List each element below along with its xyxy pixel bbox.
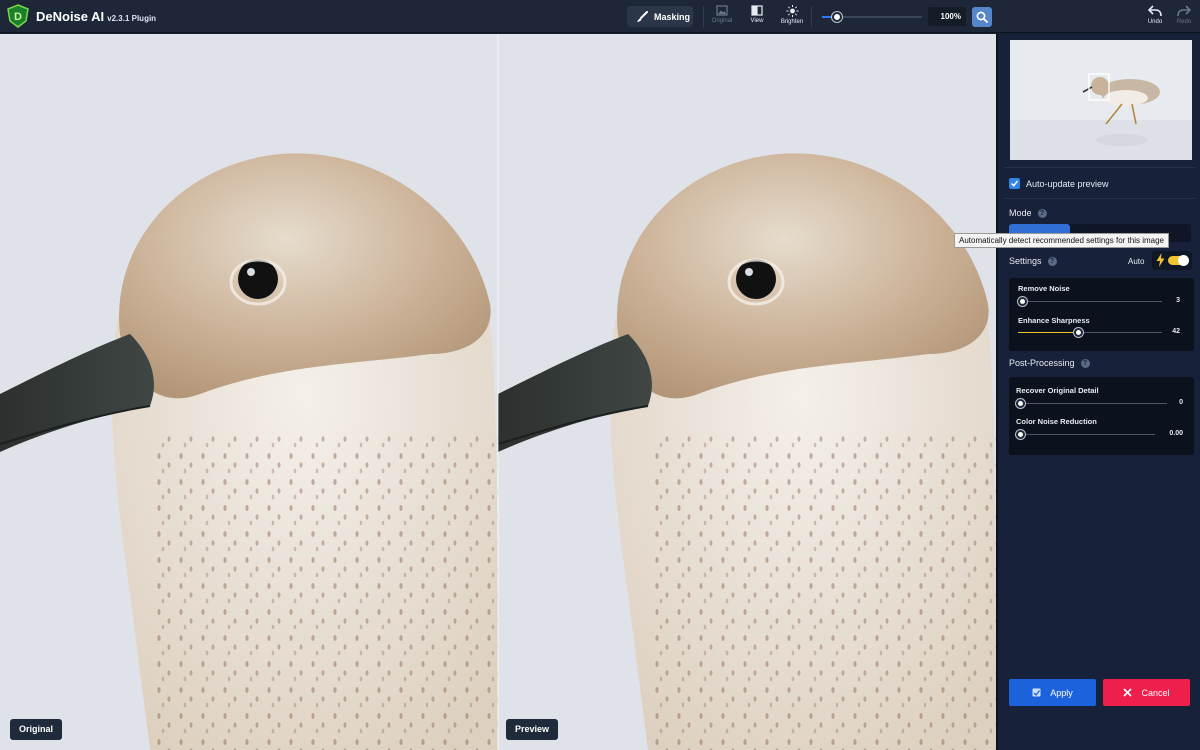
remove-noise-slider[interactable] xyxy=(1017,297,1162,306)
navigator-thumbnail[interactable] xyxy=(1010,40,1192,160)
zoom-slider[interactable] xyxy=(822,12,922,22)
original-view-label: Original xyxy=(711,18,733,24)
color-noise-value[interactable]: 0.00 xyxy=(1169,430,1183,437)
cancel-button[interactable]: Cancel xyxy=(1103,679,1190,706)
original-pane-label: Original xyxy=(10,719,63,740)
lightning-bolt-icon xyxy=(1156,253,1165,267)
close-icon xyxy=(1123,688,1133,697)
auto-update-label: Auto-update preview xyxy=(1026,178,1109,189)
auto-settings-toggle[interactable] xyxy=(1152,251,1192,270)
post-processing-sliders-box: Recover Original Detail 0 Color Noise Re… xyxy=(1009,377,1194,455)
toggle-knob xyxy=(1178,255,1189,266)
brush-icon xyxy=(637,10,648,22)
enhance-sharpness-label: Enhance Sharpness xyxy=(1018,316,1090,325)
zoom-button[interactable] xyxy=(972,7,992,27)
brighten-label: Brighten xyxy=(780,19,804,25)
help-icon[interactable]: ? xyxy=(1037,208,1047,218)
preview-pane-label: Preview xyxy=(506,719,559,740)
color-noise-thumb[interactable] xyxy=(1015,430,1025,439)
settings-panel: Auto-update preview Mode? Settings? Auto… xyxy=(996,34,1200,750)
apply-label: Apply xyxy=(1050,687,1073,698)
split-divider[interactable] xyxy=(497,34,499,750)
panel-divider xyxy=(1004,167,1196,168)
navigator-image xyxy=(1010,40,1192,160)
post-processing-section-title: Post-Processing? xyxy=(1009,358,1090,368)
color-noise-label: Color Noise Reduction xyxy=(1016,417,1097,426)
sun-icon xyxy=(786,5,798,17)
recover-detail-slider[interactable] xyxy=(1015,399,1167,408)
auto-settings-tooltip: Automatically detect recommended setting… xyxy=(954,233,1169,248)
view-button[interactable]: View xyxy=(739,4,775,30)
recover-detail-label: Recover Original Detail xyxy=(1016,386,1099,395)
cancel-label: Cancel xyxy=(1141,687,1170,698)
check-icon xyxy=(1010,180,1019,187)
apply-button[interactable]: Apply xyxy=(1009,679,1096,706)
settings-title: Settings xyxy=(1009,256,1042,266)
remove-noise-thumb[interactable] xyxy=(1017,297,1027,306)
settings-sliders-box: Remove Noise 3 Enhance Sharpness 42 xyxy=(1009,278,1194,351)
settings-section-title: Settings? xyxy=(1009,256,1057,266)
redo-button[interactable]: Redo xyxy=(1166,4,1200,30)
enhance-sharpness-thumb[interactable] xyxy=(1073,328,1083,337)
brighten-button[interactable]: Brighten xyxy=(774,4,810,30)
redo-label: Redo xyxy=(1176,19,1192,25)
preview-pane: Preview xyxy=(498,34,996,750)
redo-icon xyxy=(1177,5,1191,17)
help-icon[interactable]: ? xyxy=(1047,256,1057,266)
auto-label: Auto xyxy=(1128,257,1145,266)
bird-photo-original xyxy=(0,34,498,750)
zoom-slider-thumb[interactable] xyxy=(832,12,842,22)
panel-divider xyxy=(1004,198,1196,199)
original-pane: Original xyxy=(0,34,498,750)
auto-update-checkbox[interactable] xyxy=(1009,178,1020,189)
split-view-icon xyxy=(751,5,763,16)
masking-button[interactable]: Masking xyxy=(627,6,693,27)
remove-noise-label: Remove Noise xyxy=(1018,284,1070,293)
bird-photo-preview xyxy=(498,34,996,750)
app-name: DeNoise AI xyxy=(36,9,105,24)
svg-text:D: D xyxy=(14,11,22,23)
image-icon xyxy=(716,5,728,16)
magnifier-icon xyxy=(976,11,988,23)
masking-label: Masking xyxy=(654,11,691,22)
recover-detail-thumb[interactable] xyxy=(1015,399,1025,408)
help-icon[interactable]: ? xyxy=(1080,358,1090,368)
app-version: v2.3.1 Plugin xyxy=(107,14,157,23)
apply-icon xyxy=(1032,688,1041,697)
zoom-value-field[interactable]: 100% xyxy=(928,7,966,26)
denoise-logo-icon: D xyxy=(7,4,29,28)
top-bar: D DeNoise AI v2.3.1 Plugin Masking Origin… xyxy=(0,0,1200,33)
auto-update-preview-row[interactable]: Auto-update preview xyxy=(1009,178,1109,189)
recover-detail-value[interactable]: 0 xyxy=(1179,399,1183,406)
enhance-sharpness-fill xyxy=(1018,332,1079,333)
color-noise-slider[interactable] xyxy=(1015,430,1155,439)
post-processing-title: Post-Processing xyxy=(1009,358,1075,368)
toolbar-divider xyxy=(811,6,812,28)
remove-noise-value[interactable]: 3 xyxy=(1176,297,1180,304)
image-canvas[interactable]: Original Preview xyxy=(0,34,996,750)
enhance-sharpness-value[interactable]: 42 xyxy=(1172,328,1180,335)
undo-icon xyxy=(1148,5,1162,17)
app-title: DeNoise AI v2.3.1 Plugin xyxy=(36,9,156,24)
mode-section-title: Mode? xyxy=(1009,208,1047,218)
undo-label: Undo xyxy=(1147,19,1163,25)
mode-title: Mode xyxy=(1009,208,1032,218)
original-view-button[interactable]: Original xyxy=(704,4,740,30)
toggle-track xyxy=(1168,255,1189,266)
view-label: View xyxy=(750,18,764,24)
enhance-sharpness-slider[interactable] xyxy=(1018,328,1162,337)
